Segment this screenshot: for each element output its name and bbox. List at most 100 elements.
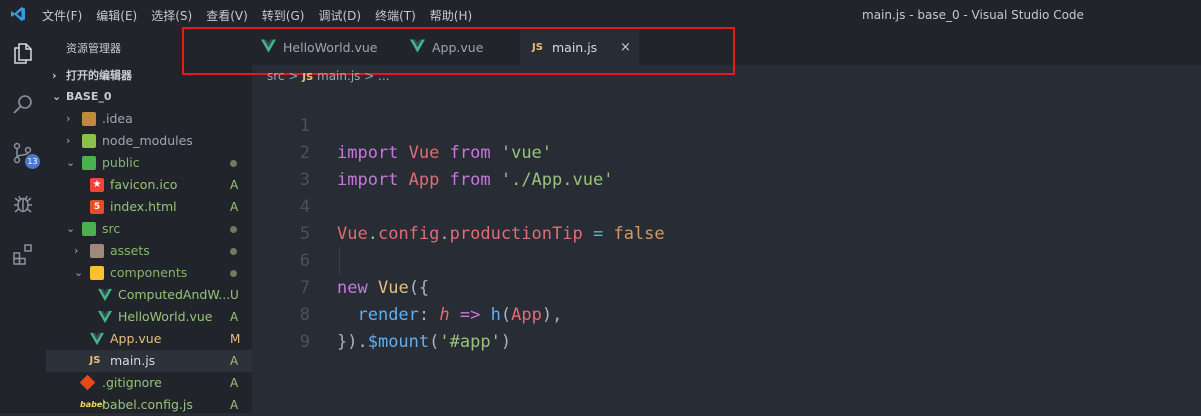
explorer-sidebar: 资源管理器 › 打开的编辑器 ⌄ BASE_0 › .idea › node_mod… (46, 30, 252, 413)
debug-icon[interactable] (11, 192, 35, 216)
modified-dot (230, 160, 237, 167)
code-line: 1 import Vue from 'vue' (252, 86, 1201, 163)
project-section[interactable]: ⌄ BASE_0 (52, 90, 112, 103)
tree-item-main-js[interactable]: JS main.js A (46, 350, 252, 372)
tree-item-label: HelloWorld.vue (118, 309, 213, 324)
menu-bar: 文件(F) 编辑(E) 选择(S) 查看(V) 转到(G) 调试(D) 终端(T… (42, 0, 486, 30)
tree-item-label: favicon.ico (110, 177, 178, 192)
menu-debug[interactable]: 调试(D) (318, 7, 361, 24)
code-line: 4 Vue.config.productionTip = false (252, 167, 1201, 244)
js-file-icon: JS (89, 355, 101, 366)
tree-item-node-modules[interactable]: › node_modules (46, 130, 252, 152)
breadcrumb: src > JS main.js > ... (267, 67, 390, 85)
modified-dot (230, 270, 237, 277)
vscode-logo-icon (11, 7, 25, 21)
chevron-down-icon: ⌄ (52, 90, 62, 103)
menu-selection[interactable]: 选择(S) (151, 7, 192, 24)
tree-item-label: .idea (102, 111, 133, 126)
code-line: 7 render: h => h(App), (252, 248, 1201, 325)
tree-item-app-vue[interactable]: App.vue M (46, 328, 252, 350)
git-status-badge: M (230, 332, 241, 346)
folder-components-icon (90, 266, 104, 280)
code-line: 8 }).$mount('#app') (252, 275, 1201, 352)
chevron-down-icon: ⌄ (74, 266, 84, 279)
git-status-badge: A (230, 354, 239, 368)
tree-item-label: public (102, 155, 140, 170)
code-line: 5 (252, 194, 1201, 244)
vue-icon (98, 288, 112, 302)
line-number: 9 (299, 332, 310, 352)
git-icon (79, 374, 96, 391)
git-status-badge: A (230, 310, 239, 324)
tree-item-computed[interactable]: ComputedAndW... U (46, 284, 252, 306)
breadcrumb-separator: > (364, 69, 375, 83)
tree-item-label: components (110, 265, 188, 280)
code-line: 3 (252, 140, 1201, 190)
git-status-badge: A (230, 200, 239, 214)
extensions-icon[interactable] (11, 242, 35, 266)
breadcrumb-folder[interactable]: src (267, 69, 285, 83)
menu-view[interactable]: 查看(V) (206, 7, 248, 24)
menu-terminal[interactable]: 终端(T) (375, 7, 416, 24)
html5-icon: 5 (90, 200, 104, 214)
menu-file[interactable]: 文件(F) (42, 7, 82, 24)
vue-icon (98, 310, 112, 324)
modified-dot (230, 248, 237, 255)
tree-item-label: src (102, 221, 121, 236)
tree-item-favicon[interactable]: ★ favicon.ico A (46, 174, 252, 196)
tree-item-gitignore[interactable]: .gitignore A (46, 372, 252, 394)
tree-item-label: main.js (110, 353, 156, 368)
js-file-icon: JS (302, 72, 314, 83)
code-line: 2 import App from './App.vue' (252, 113, 1201, 190)
tree-item-components[interactable]: ⌄ components (46, 262, 252, 284)
tree-item-label: App.vue (110, 331, 162, 346)
highlight-annotation-box (182, 27, 735, 75)
menu-edit[interactable]: 编辑(E) (96, 7, 137, 24)
code-line: 9 (252, 302, 1201, 352)
breadcrumb-file[interactable]: main.js (317, 69, 360, 83)
menu-help[interactable]: 帮助(H) (430, 7, 472, 24)
babel-icon: babel (80, 400, 106, 409)
chevron-right-icon: › (52, 69, 57, 82)
chevron-right-icon: › (74, 244, 79, 257)
search-icon[interactable] (11, 93, 35, 117)
tree-item-src[interactable]: ⌄ src (46, 218, 252, 240)
folder-src-icon (82, 222, 96, 236)
tree-item-helloworld[interactable]: HelloWorld.vue A (46, 306, 252, 328)
breadcrumb-separator: > (288, 69, 299, 83)
project-label: BASE_0 (66, 90, 112, 103)
tree-item-label: index.html (110, 199, 177, 214)
chevron-right-icon: › (66, 134, 71, 147)
favicon-star-icon: ★ (90, 178, 104, 192)
breadcrumb-more[interactable]: ... (378, 69, 389, 83)
git-status-badge: A (230, 376, 239, 390)
code-editor[interactable]: 1 import Vue from 'vue' 2 import App fro… (252, 86, 1201, 413)
chevron-down-icon: ⌄ (66, 222, 76, 235)
open-editors-label: 打开的编辑器 (66, 69, 132, 82)
explorer-icon[interactable] (11, 41, 35, 65)
tree-item-label: node_modules (102, 133, 193, 148)
tree-item-index-html[interactable]: 5 index.html A (46, 196, 252, 218)
folder-icon (82, 112, 96, 126)
vue-icon (90, 332, 104, 346)
scm-badge: 13 (25, 154, 40, 169)
modified-dot (230, 226, 237, 233)
tree-item-label: ComputedAndW... (118, 287, 231, 302)
title-bar: 文件(F) 编辑(E) 选择(S) 查看(V) 转到(G) 调试(D) 终端(T… (0, 0, 1201, 30)
explorer-title: 资源管理器 (66, 42, 121, 55)
tree-item-assets[interactable]: › assets (46, 240, 252, 262)
tree-item-label: assets (110, 243, 150, 258)
code-text: }).$mount('#app') (337, 332, 512, 352)
chevron-right-icon: › (66, 112, 71, 125)
window-title: main.js - base_0 - Visual Studio Code (862, 8, 1084, 22)
git-status-badge: A (230, 178, 239, 192)
folder-assets-icon (90, 244, 104, 258)
tree-item-idea[interactable]: › .idea (46, 108, 252, 130)
open-editors-section[interactable]: › 打开的编辑器 (52, 67, 132, 83)
folder-node-icon (82, 134, 96, 148)
tree-item-public[interactable]: ⌄ public (46, 152, 252, 174)
git-status-badge: U (230, 288, 239, 302)
menu-go[interactable]: 转到(G) (262, 7, 305, 24)
tree-item-label: .gitignore (102, 375, 162, 390)
chevron-down-icon: ⌄ (66, 156, 76, 169)
